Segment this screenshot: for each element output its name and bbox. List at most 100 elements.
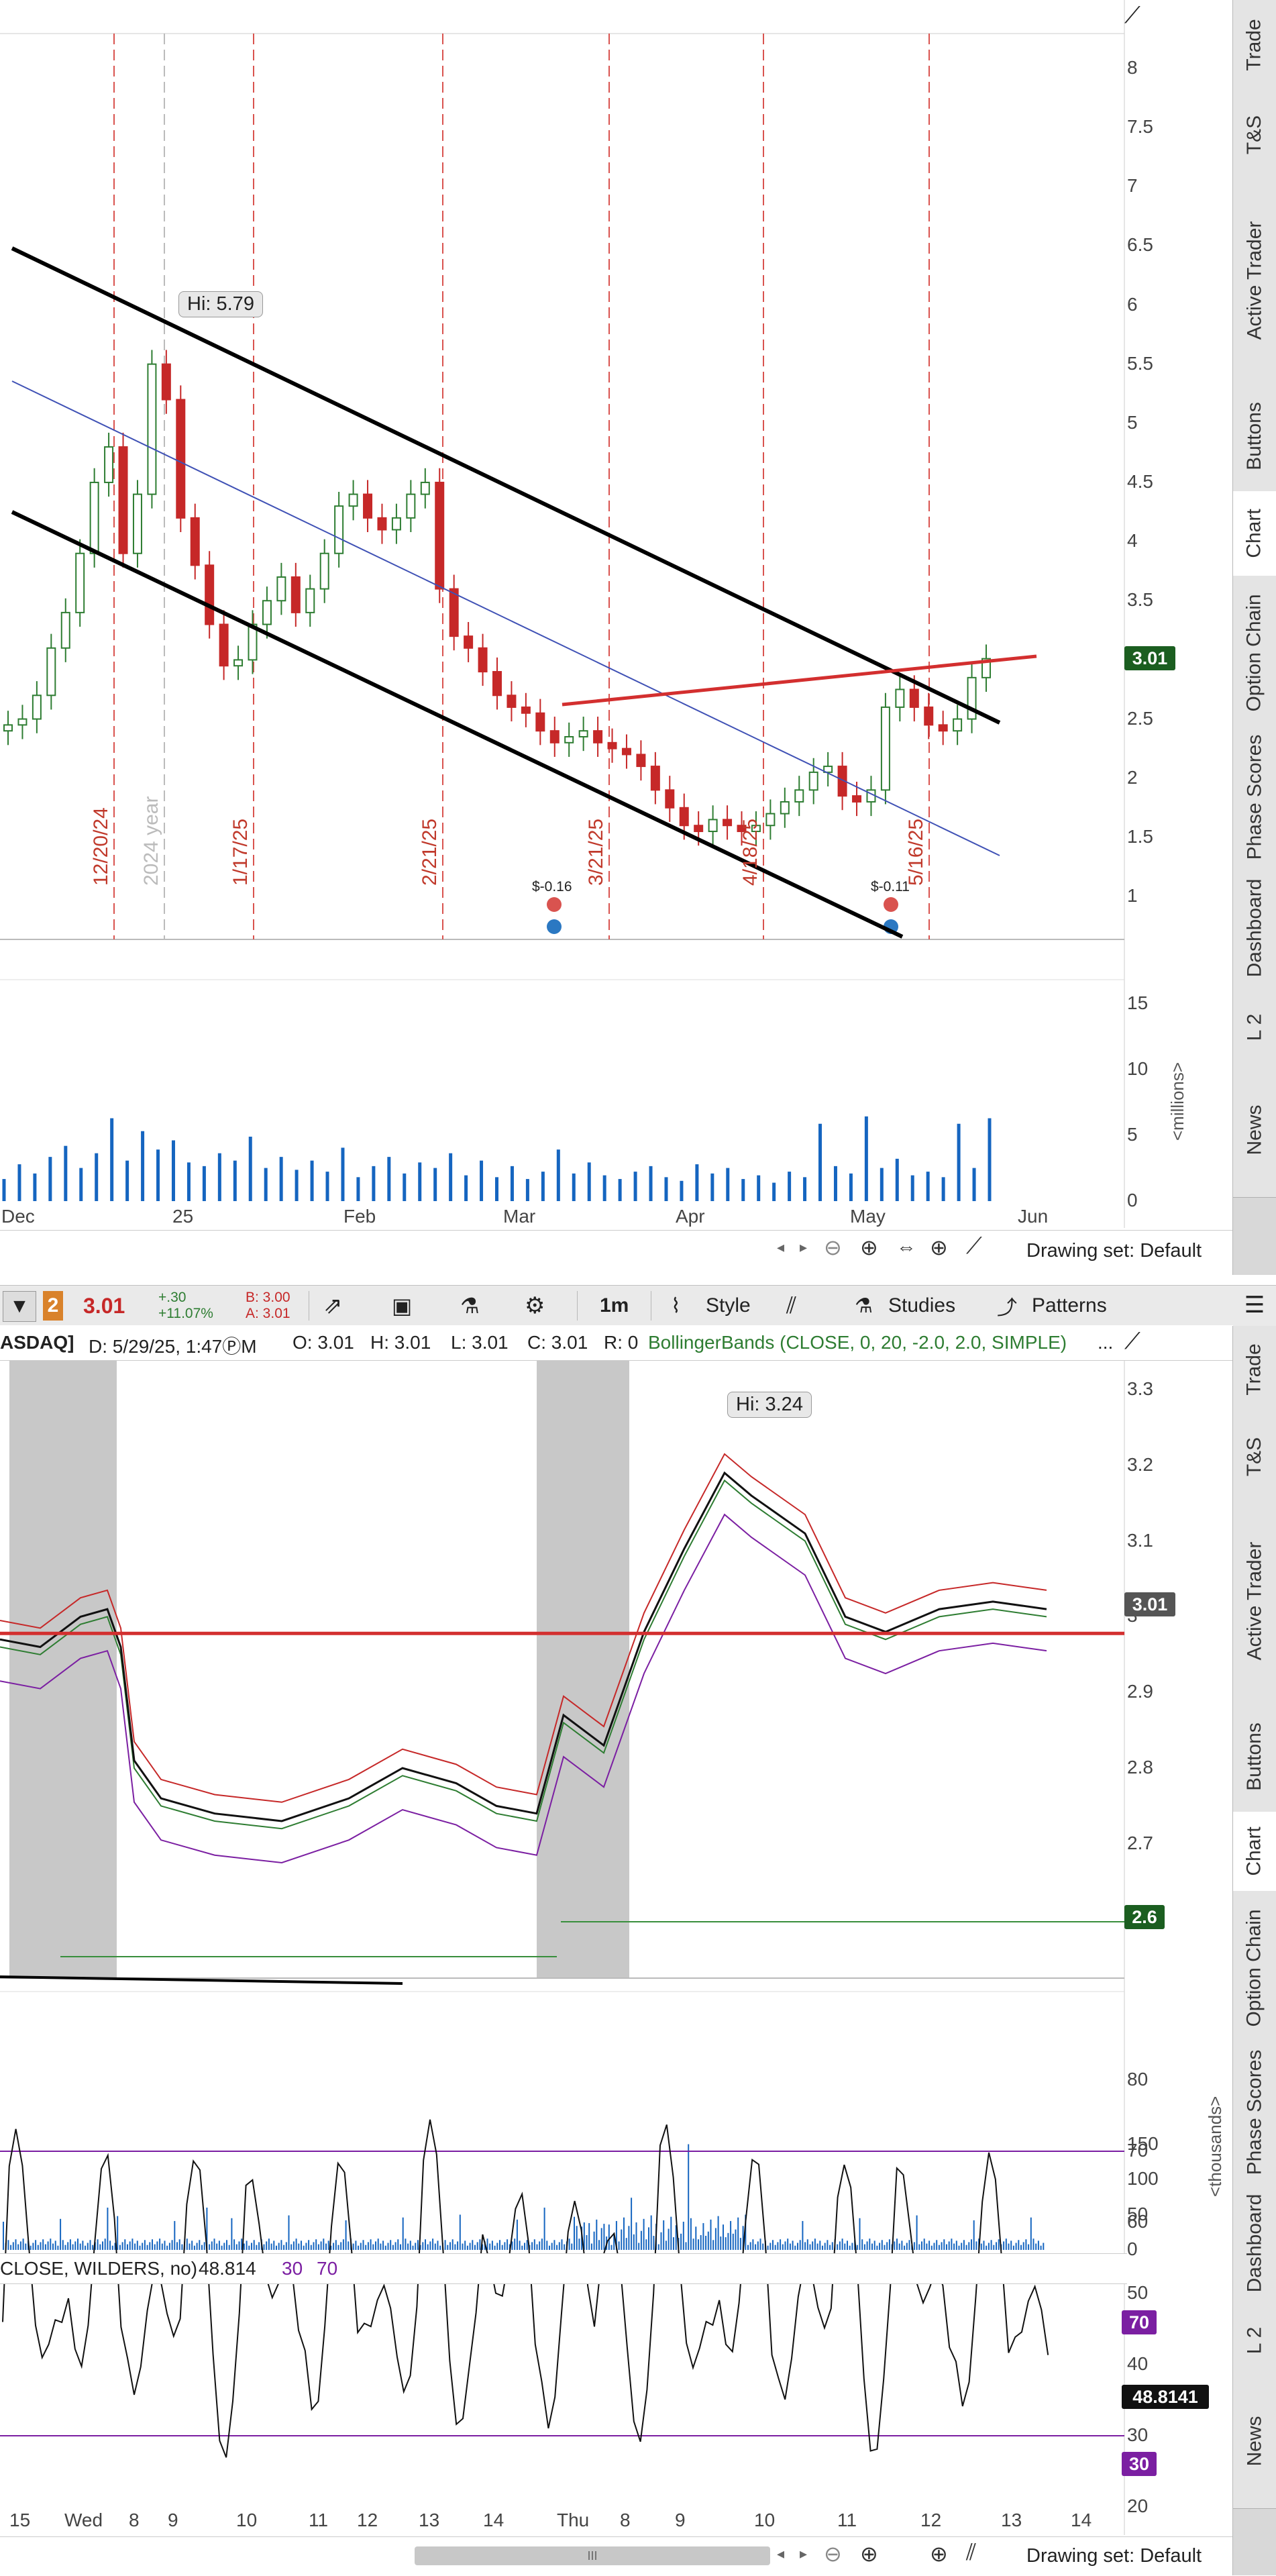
volume-bar — [879, 2243, 881, 2250]
volume-bar — [248, 2245, 250, 2250]
sidebar-tab-l-2[interactable]: L 2 — [1233, 992, 1276, 1064]
volume-bar — [539, 2241, 541, 2250]
sidebar-tab-phase-scores[interactable]: Phase Scores — [1233, 2045, 1276, 2180]
bottom-draw-tool-icon[interactable]: ⟋ — [1124, 1329, 1140, 1355]
time-tick: May — [850, 1206, 886, 1227]
gear-icon[interactable]: ⚙ — [525, 1291, 545, 1321]
volume-bar — [663, 2220, 665, 2250]
studies-icon[interactable]: ⚗ — [855, 1291, 873, 1321]
volume-bar — [928, 2240, 931, 2250]
top-chart-pane[interactable]: 87.576.565.554.543.532.521.51 3.01 Hi: 5… — [0, 0, 1233, 1275]
style-button[interactable]: Style — [706, 1291, 751, 1321]
patterns-button[interactable]: Patterns — [1032, 1291, 1107, 1321]
style-icon[interactable]: ⌇ — [671, 1291, 681, 1321]
sidebar-tab-trade[interactable]: Trade — [1233, 1326, 1276, 1414]
sidebar-tab-option-chain[interactable]: Option Chain — [1233, 576, 1276, 731]
pan-icon[interactable]: ⇔ — [896, 1236, 916, 1259]
volume-bar — [888, 2239, 890, 2250]
volume-bar — [156, 1149, 160, 1201]
volume-bar — [258, 2242, 260, 2250]
volume-bar — [479, 2239, 481, 2250]
volume-bar — [451, 2239, 454, 2250]
sidebar-tab-dashboard[interactable]: Dashboard — [1233, 864, 1276, 992]
sidebar-tab-trade[interactable]: Trade — [1233, 0, 1276, 91]
volume-bar — [110, 1118, 114, 1201]
volume-bar — [337, 2245, 339, 2250]
volume-bar — [913, 2242, 915, 2250]
volume-bar — [588, 2223, 590, 2250]
crosshair-icon[interactable]: ⊕ — [930, 1235, 948, 1260]
top-chart-canvas[interactable] — [0, 0, 1233, 1275]
sidebar-tab-dashboard[interactable]: Dashboard — [1233, 2179, 1276, 2308]
sidebar-tab-buttons[interactable]: Buttons — [1233, 1702, 1276, 1812]
bottom-crosshair-icon[interactable]: ⊕ — [930, 2541, 948, 2567]
candle-body — [564, 735, 574, 743]
volume-bar — [635, 2222, 637, 2250]
alert-badge[interactable]: 2 — [43, 1291, 63, 1321]
time-tick: Feb — [343, 1206, 376, 1227]
sidebar-tab-chart[interactable]: Chart — [1233, 1812, 1276, 1892]
candle-body — [938, 724, 948, 732]
sidebar-tab-active-trader[interactable]: Active Trader — [1233, 180, 1276, 382]
volume-bar — [749, 2242, 751, 2250]
sidebar-tab-news[interactable]: News — [1233, 1063, 1276, 1198]
volume-bar — [645, 2239, 647, 2250]
volume-bar — [285, 2242, 287, 2250]
sidebar-tab-chart[interactable]: Chart — [1233, 491, 1276, 576]
sidebar-tab-l-2[interactable]: L 2 — [1233, 2307, 1276, 2375]
bottom-chart-pane[interactable]: 3.33.23.132.92.82.7 Hi: 3.24 3.01 2.6 15… — [0, 1361, 1233, 2576]
bottom-scroll-left-icon[interactable]: ◂ — [777, 2545, 784, 2563]
volume-bar — [623, 2217, 625, 2250]
sidebar-tab-t-s[interactable]: T&S — [1233, 1413, 1276, 1501]
sidebar-tab-label: Chart — [1243, 1826, 1266, 1876]
snapshot-icon[interactable]: ▣ — [392, 1291, 412, 1321]
volume-bar — [52, 2243, 54, 2250]
volume-bar — [698, 2239, 699, 2250]
draw-line-icon[interactable]: ⟋ — [966, 1233, 982, 1259]
zoom-out-icon[interactable]: ⊖ — [824, 1235, 842, 1260]
bottom-scroll-right-icon[interactable]: ▸ — [800, 2545, 807, 2563]
sidebar-tab-t-s[interactable]: T&S — [1233, 90, 1276, 181]
flask-icon[interactable]: ⚗ — [460, 1291, 480, 1321]
change-pct: +11.07% — [158, 1306, 213, 1321]
candle-body — [305, 588, 315, 613]
bottom-zoom-in-icon[interactable]: ⊕ — [860, 2541, 878, 2567]
sidebar-tab-active-trader[interactable]: Active Trader — [1233, 1500, 1276, 1702]
bottom-chart-canvas[interactable] — [0, 1361, 1233, 2575]
bottom-drawing-set[interactable]: Drawing set: Default — [1026, 2545, 1202, 2567]
top-draw-tool-icon[interactable]: ⟋ — [1124, 3, 1140, 29]
volume-bar — [1015, 2243, 1017, 2250]
volume-bar — [777, 2242, 779, 2250]
volume-bar — [941, 1177, 945, 1201]
bottom-zoom-out-icon[interactable]: ⊖ — [824, 2541, 842, 2567]
volume-bar — [514, 2238, 516, 2250]
top-drawing-set[interactable]: Drawing set: Default — [1026, 1240, 1202, 1262]
drawings-icon[interactable]: ⫽ — [786, 1291, 796, 1321]
share-icon[interactable]: ⇗ — [323, 1291, 343, 1321]
volume-bar — [799, 2240, 801, 2250]
zoom-in-icon[interactable]: ⊕ — [860, 1235, 878, 1260]
volume-bar — [42, 2239, 44, 2250]
sidebar-tab-buttons[interactable]: Buttons — [1233, 381, 1276, 492]
sidebar-tab-news[interactable]: News — [1233, 2374, 1276, 2509]
volume-bar — [92, 2245, 94, 2250]
sidebar-tab-phase-scores[interactable]: Phase Scores — [1233, 730, 1276, 865]
info-more[interactable]: ... — [1098, 1332, 1113, 1353]
volume-bar — [739, 2238, 741, 2250]
scroll-left-icon[interactable]: ◂ — [777, 1239, 784, 1256]
horizontal-scrollbar[interactable]: III — [415, 2546, 770, 2565]
volume-bar — [710, 1173, 714, 1201]
studies-button[interactable]: Studies — [888, 1291, 955, 1321]
symbol-dropdown-icon[interactable]: ▼ — [3, 1291, 36, 1322]
scroll-right-icon[interactable]: ▸ — [800, 1239, 807, 1256]
channel-upper-line — [11, 246, 1001, 725]
volume-bar — [610, 2245, 613, 2250]
patterns-icon[interactable]: ⤴ — [997, 1291, 1017, 1321]
menu-icon[interactable]: ☰ — [1233, 1285, 1276, 1327]
interval-button[interactable]: 1m — [600, 1291, 629, 1321]
bottom-drawings-icon[interactable]: ⫽ — [966, 2540, 976, 2566]
volume-bar — [186, 2238, 188, 2250]
volume-bar — [288, 2215, 290, 2250]
top-footer: ◂ ▸ ⊖ ⊕ ⇔ ⊕ ⟋ Drawing set: Default — [0, 1230, 1233, 1271]
sidebar-tab-option-chain[interactable]: Option Chain — [1233, 1891, 1276, 2046]
